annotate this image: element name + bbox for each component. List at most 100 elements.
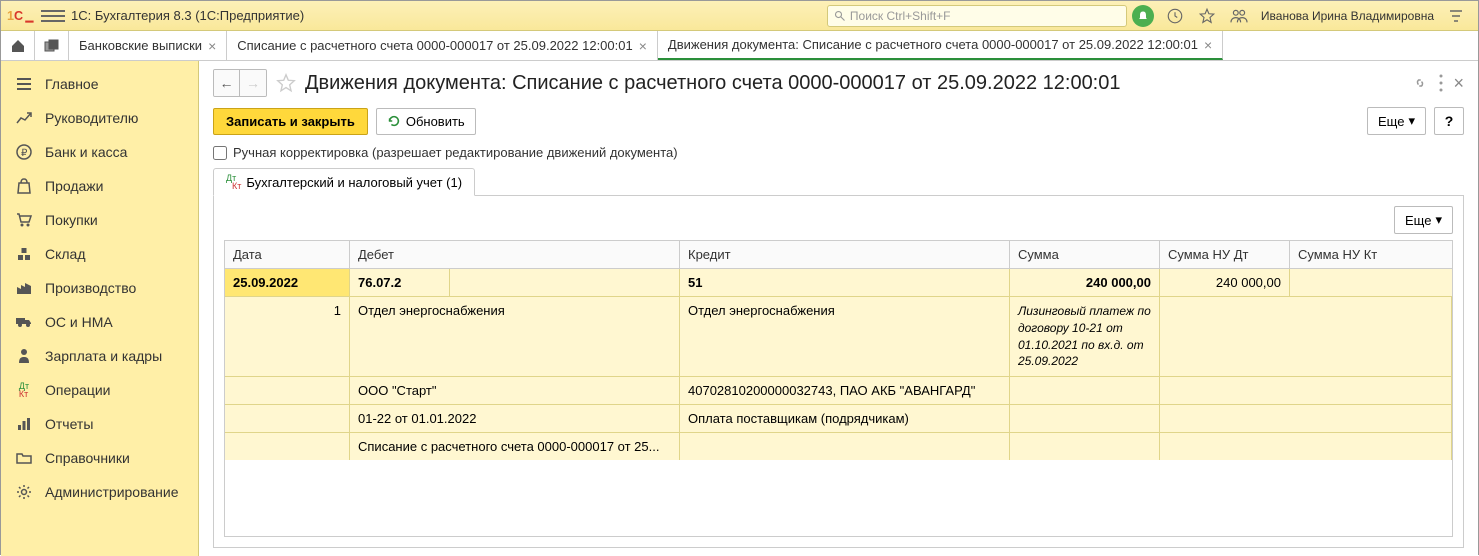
col-summa-kt[interactable]: Сумма НУ Кт <box>1290 241 1452 269</box>
table-row[interactable]: 01-22 от 01.01.2022 Оплата поставщикам (… <box>225 404 1452 432</box>
forward-button[interactable]: → <box>240 70 266 96</box>
cell-empty <box>1160 297 1452 376</box>
close-button[interactable]: × <box>1453 73 1464 94</box>
sidebar-label: Банк и касса <box>45 144 127 160</box>
table-row[interactable]: Списание с расчетного счета 0000-000017 … <box>225 432 1452 460</box>
panel: Еще▾ Дата Дебет Кредит Сумма Сумма НУ Дт… <box>213 196 1464 548</box>
sidebar-label: Руководителю <box>45 110 138 126</box>
top-bar: 1С 1С: Бухгалтерия 8.3 (1С:Предприятие) … <box>1 1 1478 31</box>
tab-bar: Банковские выписки × Списание с расчетно… <box>1 31 1478 61</box>
col-debet[interactable]: Дебет <box>350 241 680 269</box>
sidebar-item-operations[interactable]: ДтКтОперации <box>1 373 198 407</box>
sidebar-item-production[interactable]: Производство <box>1 271 198 305</box>
tab-accounting[interactable]: ДтКт Бухгалтерский и налоговый учет (1) <box>213 168 475 196</box>
refresh-button[interactable]: Обновить <box>376 108 476 135</box>
sidebar-label: Справочники <box>45 450 130 466</box>
user-name[interactable]: Иванова Ирина Владимировна <box>1261 9 1434 23</box>
sidebar-item-manager[interactable]: Руководителю <box>1 101 198 135</box>
write-close-button[interactable]: Записать и закрыть <box>213 108 368 135</box>
sidebar-item-main[interactable]: Главное <box>1 67 198 101</box>
table-row[interactable]: 1 Отдел энергоснабжения Отдел энергоснаб… <box>225 296 1452 376</box>
favorites-icon[interactable] <box>1195 4 1219 28</box>
cell-empty <box>1160 377 1452 404</box>
cell-empty <box>1010 405 1160 432</box>
sidebar-item-bank[interactable]: ₽ Банк и касса <box>1 135 198 169</box>
link-icon[interactable] <box>1411 74 1429 92</box>
help-button[interactable]: ? <box>1434 107 1464 135</box>
ruble-icon: ₽ <box>15 143 33 161</box>
sidebar-item-purchases[interactable]: Покупки <box>1 203 198 237</box>
cell-empty <box>680 433 1010 460</box>
cell-empty <box>225 377 350 404</box>
dtkt-icon: ДтКт <box>15 381 33 399</box>
tab-writeoff-doc[interactable]: Списание с расчетного счета 0000-000017 … <box>227 31 658 60</box>
more-button[interactable]: Еще▾ <box>1367 107 1426 135</box>
users-icon[interactable] <box>1227 4 1251 28</box>
col-kredit[interactable]: Кредит <box>680 241 1010 269</box>
star-icon[interactable] <box>275 72 297 94</box>
sidebar-item-reports[interactable]: Отчеты <box>1 407 198 441</box>
logo-1c-icon: 1С <box>7 7 35 25</box>
lines-icon <box>15 75 33 93</box>
folder-icon <box>15 449 33 467</box>
tab-label: Списание с расчетного счета 0000-000017 … <box>237 38 632 53</box>
cell-empty <box>1160 433 1452 460</box>
col-summa[interactable]: Сумма <box>1010 241 1160 269</box>
inner-tabs: ДтКт Бухгалтерский и налоговый учет (1) <box>213 168 1464 196</box>
manual-edit-checkbox[interactable] <box>213 146 227 160</box>
accounting-grid: Дата Дебет Кредит Сумма Сумма НУ Дт Сумм… <box>224 240 1453 537</box>
cell-summa-kt <box>1290 269 1452 296</box>
sidebar-item-assets[interactable]: ОС и НМА <box>1 305 198 339</box>
refresh-label: Обновить <box>406 114 465 129</box>
sidebar-label: Главное <box>45 76 99 92</box>
tab-movements-doc[interactable]: Движения документа: Списание с расчетног… <box>658 31 1223 60</box>
sidebar-item-salary[interactable]: Зарплата и кадры <box>1 339 198 373</box>
cell-deb: Списание с расчетного счета 0000-000017 … <box>350 433 680 460</box>
history-icon[interactable] <box>1163 4 1187 28</box>
back-button[interactable]: ← <box>214 70 240 96</box>
cell-empty <box>1010 433 1160 460</box>
manual-edit-label: Ручная корректировка (разрешает редактир… <box>233 145 678 160</box>
inner-tab-label: Бухгалтерский и налоговый учет (1) <box>246 175 462 190</box>
manual-edit-row: Ручная корректировка (разрешает редактир… <box>213 145 1464 160</box>
cell-empty <box>1010 377 1160 404</box>
chevron-down-icon: ▾ <box>1408 113 1415 129</box>
chevron-down-icon: ▾ <box>1435 212 1442 228</box>
windows-tab-icon[interactable] <box>35 31 69 60</box>
title-bar: ← → Движения документа: Списание с расче… <box>213 69 1464 97</box>
tab-bank-statements[interactable]: Банковские выписки × <box>69 31 227 60</box>
svg-text:1: 1 <box>7 9 14 23</box>
sidebar-item-admin[interactable]: Администрирование <box>1 475 198 509</box>
sidebar-label: Отчеты <box>45 416 93 432</box>
cell-debet-acc: 76.07.2 <box>350 269 680 296</box>
main-menu-icon[interactable] <box>41 4 65 28</box>
col-summa-dt[interactable]: Сумма НУ Дт <box>1160 241 1290 269</box>
close-icon[interactable]: × <box>208 38 216 54</box>
notifications-icon[interactable] <box>1131 4 1155 28</box>
bars-icon <box>15 415 33 433</box>
svg-text:₽: ₽ <box>21 148 28 159</box>
cell-empty <box>1160 405 1452 432</box>
kebab-icon[interactable] <box>1439 74 1443 92</box>
close-icon[interactable]: × <box>639 38 647 54</box>
search-input[interactable]: Поиск Ctrl+Shift+F <box>827 5 1127 27</box>
col-date[interactable]: Дата <box>225 241 350 269</box>
panel-settings-icon[interactable] <box>1444 4 1468 28</box>
close-icon[interactable]: × <box>1204 37 1212 53</box>
sidebar-item-catalogs[interactable]: Справочники <box>1 441 198 475</box>
bag-icon <box>15 177 33 195</box>
table-row[interactable]: 25.09.2022 76.07.2 51 240 000,00 240 000… <box>225 269 1452 296</box>
cell-deb: ООО "Старт" <box>350 377 680 404</box>
sidebar-label: Продажи <box>45 178 103 194</box>
sidebar-label: Покупки <box>45 212 98 228</box>
cell-desc: Лизинговый платеж по договору 10-21 от 0… <box>1010 297 1160 376</box>
cell-kredit-acc: 51 <box>680 269 1010 296</box>
table-row[interactable]: ООО "Старт" 40702810200000032743, ПАО АК… <box>225 376 1452 404</box>
sidebar-label: Зарплата и кадры <box>45 348 162 364</box>
home-tab-icon[interactable] <box>1 31 35 60</box>
refresh-icon <box>387 114 401 128</box>
sidebar-item-warehouse[interactable]: Склад <box>1 237 198 271</box>
page-title: Движения документа: Списание с расчетног… <box>305 72 1403 95</box>
sidebar-item-sales[interactable]: Продажи <box>1 169 198 203</box>
panel-more-button[interactable]: Еще▾ <box>1394 206 1453 234</box>
